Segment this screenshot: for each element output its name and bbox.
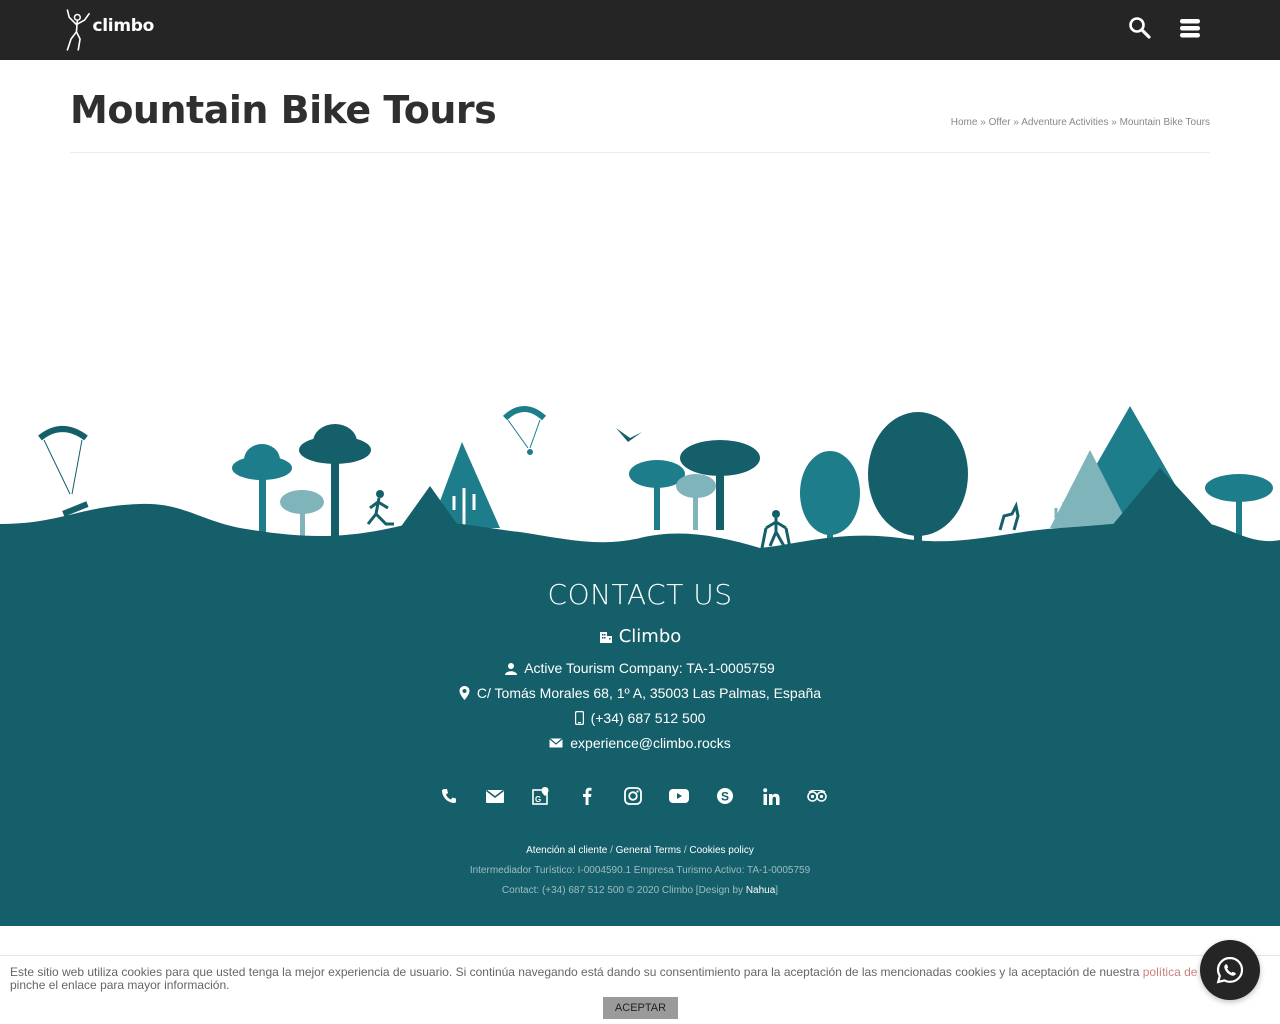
location-pin-icon [459, 686, 470, 700]
google-maps-icon: G [532, 787, 549, 805]
skype-link[interactable]: S [702, 784, 748, 808]
palm-tree [299, 424, 371, 550]
top-navbar: climbo [0, 0, 1280, 60]
breadcrumb-current: Mountain Bike Tours [1119, 117, 1210, 128]
runner-figure [366, 490, 394, 526]
facebook-icon [583, 787, 592, 805]
copyright-text: Contact: (+34) 687 512 500 © 2020 Climbo… [501, 885, 746, 896]
copyright-suffix: ] [775, 885, 779, 896]
legal-separator: / [683, 845, 687, 856]
instagram-icon [624, 787, 642, 805]
customer-service-link[interactable]: Atención al cliente [526, 845, 607, 856]
copyright-line: Contact: (+34) 687 512 500 © 2020 Climbo… [0, 885, 1280, 896]
phone-link[interactable] [426, 784, 472, 808]
cookie-text: Este sitio web utiliza cookies para que … [10, 965, 1143, 979]
search-button[interactable] [1126, 14, 1154, 42]
oak-tree [868, 412, 968, 548]
mail-icon [486, 789, 504, 803]
breadcrumb: Home » Offer » Adventure Activities » Mo… [951, 117, 1210, 128]
cookie-notice: Este sitio web utiliza cookies para que … [10, 966, 1270, 992]
license-line: Active Tourism Company: TA-1-0005759 [0, 660, 1280, 676]
registration-text: Intermediador Turístico: I-0004590.1 Emp… [469, 865, 811, 876]
company-name-text: Climbo [618, 626, 682, 647]
climbo-logo[interactable]: climbo [62, 4, 154, 56]
paraglider-figure [502, 406, 547, 455]
google-maps-link[interactable]: G [518, 784, 564, 808]
general-terms-link[interactable]: General Terms [616, 845, 681, 856]
dragon-tree [676, 474, 716, 530]
user-icon [505, 662, 518, 675]
designer-link[interactable]: Nahua [746, 885, 775, 896]
footer: CONTACT US Climbo Active Tourism Company… [0, 555, 1280, 926]
menu-icon [1180, 19, 1200, 38]
address-line: C/ Tomás Morales 68, 1º A, 35003 Las Pal… [0, 685, 1280, 701]
search-icon [1129, 17, 1151, 39]
svg-text:S: S [721, 790, 729, 804]
conifer-tree [800, 451, 860, 542]
breadcrumb-separator: » [980, 117, 986, 128]
phone-icon [442, 789, 456, 803]
company-name: Climbo [0, 626, 1280, 647]
breadcrumb-home[interactable]: Home [951, 117, 978, 128]
youtube-icon [669, 789, 689, 803]
hiker-figure [760, 510, 792, 549]
email-text[interactable]: experience@climbo.rocks [570, 735, 731, 751]
email-line: experience@climbo.rocks [0, 735, 1280, 751]
phone-line: (+34) 687 512 500 [0, 710, 1280, 726]
legal-separator: / [610, 845, 613, 856]
whatsapp-icon [1216, 956, 1244, 984]
tripadvisor-icon [807, 790, 827, 802]
logo-text: climbo [92, 16, 155, 36]
landscape-illustration [0, 406, 1280, 558]
cookies-policy-link[interactable]: Cookies policy [689, 845, 753, 856]
legal-links: Atención al cliente / General Terms / Co… [0, 845, 1280, 856]
breadcrumb-adventure-activities[interactable]: Adventure Activities [1021, 117, 1108, 128]
breadcrumb-separator: » [1111, 117, 1117, 128]
cookie-banner: Este sitio web utiliza cookies para que … [0, 955, 1280, 1024]
social-links: G S [426, 784, 840, 808]
contact-heading: CONTACT US [547, 578, 733, 611]
facebook-link[interactable] [564, 784, 610, 808]
breadcrumb-offer[interactable]: Offer [989, 117, 1011, 128]
breadcrumb-separator: » [1013, 117, 1019, 128]
skype-icon: S [717, 788, 733, 804]
mail-link[interactable] [472, 784, 518, 808]
menu-button[interactable] [1176, 14, 1204, 42]
phone-text[interactable]: (+34) 687 512 500 [591, 710, 706, 726]
license-text: Active Tourism Company: TA-1-0005759 [524, 660, 775, 676]
linkedin-icon [762, 787, 779, 805]
tripadvisor-link[interactable] [794, 784, 840, 808]
envelope-icon [549, 738, 564, 748]
title-divider [70, 152, 1210, 153]
page-title: Mountain Bike Tours [70, 88, 497, 132]
mobile-phone-icon [574, 711, 584, 725]
goat-figure [998, 501, 1020, 531]
climber-logo-icon [66, 9, 90, 51]
youtube-link[interactable] [656, 784, 702, 808]
bird-shape [616, 428, 642, 442]
svg-text:G: G [535, 795, 541, 804]
instagram-link[interactable] [610, 784, 656, 808]
accept-cookies-button[interactable]: ACEPTAR [603, 997, 678, 1019]
dragon-tree [629, 460, 685, 530]
whatsapp-button[interactable] [1200, 940, 1260, 1000]
paraglider-figure [38, 426, 89, 517]
linkedin-link[interactable] [748, 784, 794, 808]
address-text: C/ Tomás Morales 68, 1º A, 35003 Las Pal… [476, 685, 822, 701]
building-icon [599, 631, 612, 643]
